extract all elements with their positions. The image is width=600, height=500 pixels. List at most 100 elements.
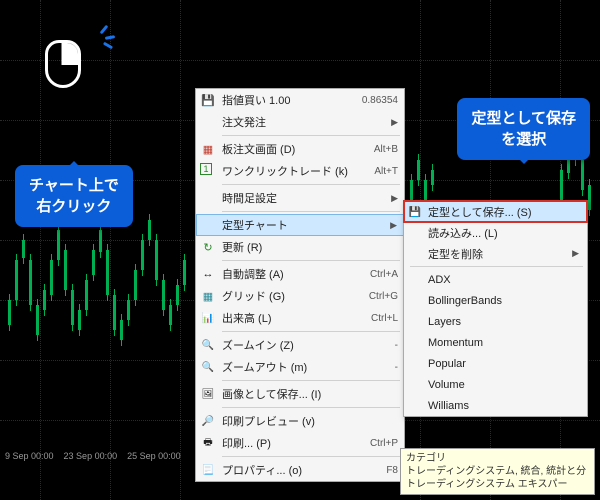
chevron-right-icon: ▶: [391, 117, 398, 128]
menu-separator: [222, 135, 400, 136]
template-submenu: 💾 定型として保存... (S) 読み込み... (L) 定型を削除 ▶ ADX…: [403, 200, 588, 417]
submenu-label: 定型を削除: [428, 246, 568, 262]
grid-icon: ▦: [200, 288, 216, 304]
submenu-label: 定型として保存... (S): [428, 204, 579, 220]
menu-item-grid[interactable]: ▦ グリッド (G) Ctrl+G: [196, 285, 404, 307]
menu-separator: [222, 407, 400, 408]
menu-item-oneclick[interactable]: 1 ワンクリックトレード (k) Alt+T: [196, 160, 404, 182]
chevron-right-icon: ▶: [391, 193, 398, 204]
tooltip-line: トレーディングシステム エキスパー: [406, 478, 589, 491]
menu-label: 自動調整 (A): [222, 266, 370, 282]
submenu-item-delete[interactable]: 定型を削除 ▶: [404, 243, 587, 264]
menu-label: 注文発注: [222, 114, 387, 130]
menu-item-printpreview[interactable]: 🔎 印刷プレビュー (v): [196, 410, 404, 432]
annotation-text: チャート上で: [29, 175, 119, 196]
menu-item-zoomout[interactable]: 🔍 ズームアウト (m) -: [196, 356, 404, 378]
menu-shortcut: -: [395, 340, 398, 351]
zoom-in-icon: 🔍: [200, 337, 216, 353]
menu-label: 更新 (R): [222, 239, 398, 255]
submenu-item-layers[interactable]: Layers: [404, 311, 587, 332]
menu-item-order[interactable]: 注文発注 ▶: [196, 111, 404, 133]
date-label: 25 Sep 00:00: [127, 451, 181, 465]
menu-label: 時間足設定: [222, 190, 387, 206]
annotation-text: 定型として保存: [471, 108, 576, 129]
menu-shortcut: Alt+B: [374, 144, 398, 155]
submenu-item-adx[interactable]: ADX: [404, 269, 587, 290]
menu-label: 板注文画面 (D): [222, 141, 374, 157]
menu-item-timeframe[interactable]: 時間足設定 ▶: [196, 187, 404, 209]
menu-label: 印刷... (P): [222, 435, 370, 451]
menu-item-print[interactable]: 🖶 印刷... (P) Ctrl+P: [196, 432, 404, 454]
menu-item-zoomin[interactable]: 🔍 ズームイン (Z) -: [196, 334, 404, 356]
menu-label: 印刷プレビュー (v): [222, 413, 398, 429]
image-icon: 🖼: [200, 386, 216, 402]
properties-icon: 📃: [200, 462, 216, 478]
menu-label: ズームアウト (m): [222, 359, 395, 375]
submenu-item-save-template[interactable]: 💾 定型として保存... (S): [404, 201, 587, 222]
zoom-out-icon: 🔍: [200, 359, 216, 375]
menu-label: 画像として保存... (I): [222, 386, 398, 402]
submenu-label: BollingerBands: [428, 295, 579, 307]
menu-label: グリッド (G): [222, 288, 369, 304]
print-preview-icon: 🔎: [200, 413, 216, 429]
menu-shortcut: Ctrl+L: [371, 313, 398, 324]
chevron-right-icon: ▶: [390, 220, 397, 231]
submenu-label: Momentum: [428, 337, 579, 349]
submenu-item-momentum[interactable]: Momentum: [404, 332, 587, 353]
submenu-label: Popular: [428, 358, 579, 370]
date-label: 23 Sep 00:00: [64, 451, 118, 465]
submenu-label: Williams: [428, 400, 579, 412]
submenu-label: 読み込み... (L): [428, 225, 579, 241]
menu-item-volume[interactable]: 📊 出来高 (L) Ctrl+L: [196, 307, 404, 329]
annotation-text: を選択: [471, 129, 576, 150]
autoscroll-icon: ↔: [200, 266, 216, 282]
menu-shortcut: Ctrl+A: [370, 269, 398, 280]
menu-label: 指値買い 1.00: [222, 92, 362, 108]
tooltip-line: カテゴリ: [406, 452, 589, 465]
menu-separator: [410, 266, 583, 267]
submenu-item-bollinger[interactable]: BollingerBands: [404, 290, 587, 311]
menu-item-properties[interactable]: 📃 プロパティ... (o) F8: [196, 459, 404, 481]
submenu-label: Layers: [428, 316, 579, 328]
submenu-item-williams[interactable]: Williams: [404, 395, 587, 416]
menu-label: プロパティ... (o): [222, 462, 386, 478]
save-icon: 💾: [200, 92, 216, 108]
chevron-right-icon: ▶: [572, 248, 579, 259]
annotation-bubble-right: 定型として保存 を選択: [457, 98, 590, 160]
menu-label: ワンクリックトレード (k): [222, 163, 374, 179]
annotation-text: 右クリック: [29, 196, 119, 217]
menu-separator: [222, 456, 400, 457]
print-icon: 🖶: [200, 435, 216, 451]
mouse-rightclick-icon: [45, 40, 93, 100]
menu-shortcut: Alt+T: [374, 166, 398, 177]
menu-price: 0.86354: [362, 95, 398, 106]
menu-shortcut: -: [395, 362, 398, 373]
menu-shortcut: Ctrl+P: [370, 438, 398, 449]
menu-separator: [222, 380, 400, 381]
menu-item-saveimage[interactable]: 🖼 画像として保存... (I): [196, 383, 404, 405]
context-menu: 💾 指値買い 1.00 0.86354 注文発注 ▶ ▦ 板注文画面 (D) A…: [195, 88, 405, 482]
tooltip-line: トレーディングシステム, 統合, 統計と分: [406, 465, 589, 478]
menu-item-autoscroll[interactable]: ↔ 自動調整 (A) Ctrl+A: [196, 263, 404, 285]
menu-separator: [222, 211, 400, 212]
submenu-item-load[interactable]: 読み込み... (L): [404, 222, 587, 243]
submenu-item-volume[interactable]: Volume: [404, 374, 587, 395]
oneclick-icon: 1: [200, 163, 212, 175]
menu-shortcut: Ctrl+G: [369, 291, 398, 302]
refresh-icon: ↻: [200, 239, 216, 255]
menu-item-refresh[interactable]: ↻ 更新 (R): [196, 236, 404, 258]
menu-separator: [222, 184, 400, 185]
menu-separator: [222, 260, 400, 261]
menu-label: 出来高 (L): [222, 310, 371, 326]
menu-item-limit-buy[interactable]: 💾 指値買い 1.00 0.86354: [196, 89, 404, 111]
tooltip: カテゴリ トレーディングシステム, 統合, 統計と分 トレーディングシステム エ…: [400, 448, 595, 495]
menu-label: ズームイン (Z): [222, 337, 395, 353]
submenu-item-popular[interactable]: Popular: [404, 353, 587, 374]
date-label: 9 Sep 00:00: [5, 451, 54, 465]
menu-item-template[interactable]: 定型チャート ▶: [196, 214, 404, 236]
menu-shortcut: F8: [386, 465, 398, 476]
menu-item-depth[interactable]: ▦ 板注文画面 (D) Alt+B: [196, 138, 404, 160]
submenu-label: Volume: [428, 379, 579, 391]
menu-label: 定型チャート: [222, 217, 386, 233]
depth-icon: ▦: [200, 141, 216, 157]
